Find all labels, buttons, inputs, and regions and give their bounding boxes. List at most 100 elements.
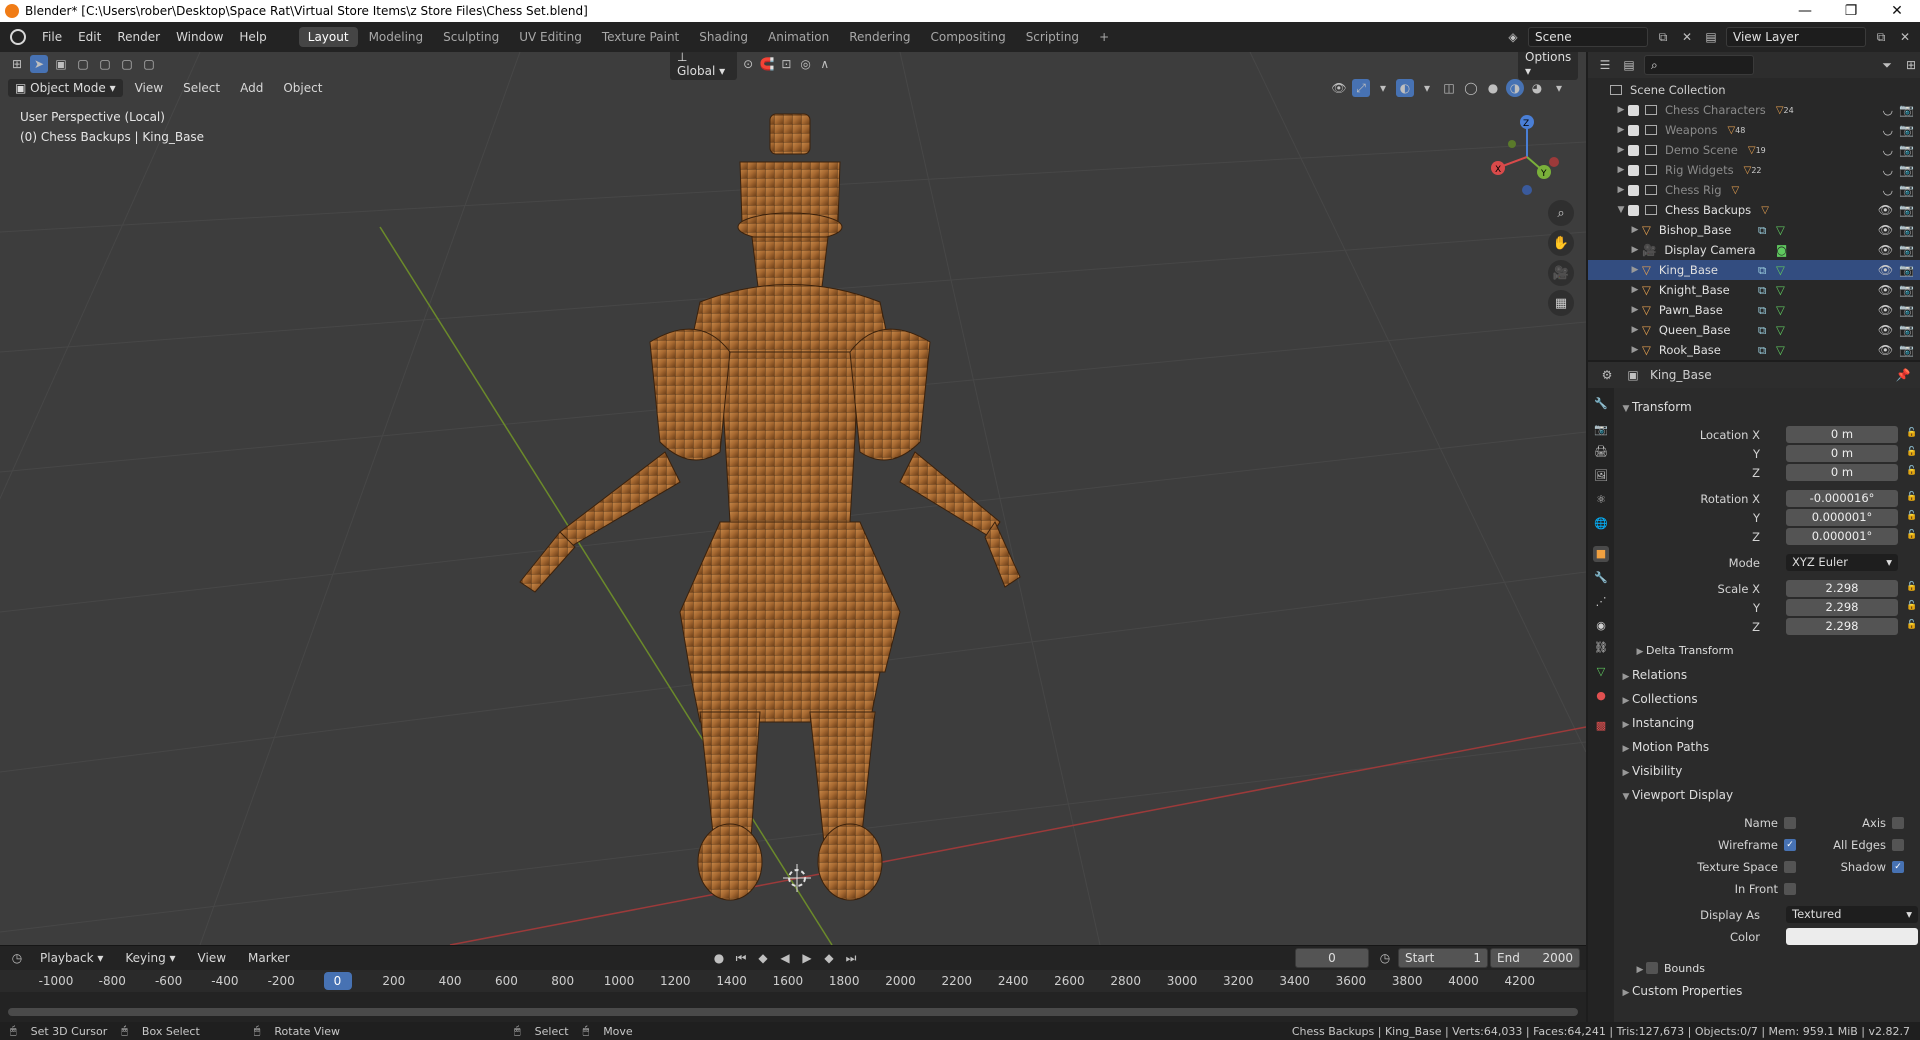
shadow-checkbox[interactable]: ✓ — [1892, 861, 1904, 873]
disable-in-renders-icon[interactable]: 📷 — [1899, 283, 1914, 297]
transform-panel-header[interactable]: ▼ Transform — [1620, 400, 1692, 414]
shading-dropdown-icon[interactable]: ▾ — [1550, 79, 1568, 97]
hide-in-viewport-icon[interactable]: 👁 — [1878, 223, 1893, 237]
select-box-mode-icon[interactable]: ▣ — [52, 55, 70, 73]
editor-type-icon[interactable]: ⊞ — [8, 55, 26, 73]
zoom-icon[interactable]: ⌕ — [1548, 200, 1574, 226]
blender-logo-icon[interactable] — [10, 29, 26, 45]
menu-render[interactable]: Render — [109, 30, 168, 44]
collapsed-icon[interactable]: ▶ — [1614, 105, 1628, 115]
constraints-tab-icon[interactable]: ⛓ — [1593, 640, 1609, 656]
lock-icon[interactable]: 🔓 — [1906, 582, 1917, 592]
play-reverse-icon[interactable]: ◀ — [776, 949, 794, 967]
timeline-editor-type-icon[interactable]: ◷ — [8, 949, 26, 967]
menu-edit[interactable]: Edit — [70, 30, 109, 44]
rotation-mode-dropdown[interactable]: XYZ Euler ▾ — [1786, 554, 1898, 571]
falloff-icon[interactable]: ∧ — [817, 55, 832, 73]
overlays-icon[interactable]: ◐ — [1396, 79, 1414, 97]
preview-range-icon[interactable]: ◷ — [1376, 949, 1394, 967]
disable-in-renders-icon[interactable]: 📷 — [1899, 123, 1914, 137]
hide-in-viewport-icon[interactable]: 👁 — [1878, 263, 1893, 277]
solid-shading-icon[interactable]: ● — [1484, 79, 1502, 97]
play-icon[interactable]: ▶ — [798, 949, 816, 967]
exclude-checkbox[interactable] — [1628, 184, 1639, 196]
menu-window[interactable]: Window — [168, 30, 231, 44]
outliner-collection-row[interactable]: ▶ Weapons ▽ 48 ◡ 📷 — [1588, 120, 1920, 140]
3d-cursor-icon[interactable] — [783, 864, 811, 892]
navigation-gizmo[interactable]: Z X Y — [1482, 112, 1572, 202]
color-swatch[interactable] — [1786, 928, 1918, 945]
new-scene-icon[interactable]: ⧉ — [1654, 28, 1672, 46]
scale-z-field[interactable]: 2.298 — [1786, 618, 1898, 635]
viewport-menu-add[interactable]: Add — [232, 81, 271, 95]
rendered-shading-icon[interactable]: ◕ — [1528, 79, 1546, 97]
collections-panel-header[interactable]: ▶ Collections — [1620, 692, 1698, 706]
scene-tab-icon[interactable]: ⚛ — [1593, 492, 1609, 508]
texture-space-checkbox[interactable] — [1784, 861, 1796, 873]
tab-modeling[interactable]: Modeling — [360, 27, 433, 47]
delta-transform-header[interactable]: ▶ Delta Transform — [1634, 644, 1734, 657]
timeline-menu-marker[interactable]: Marker — [240, 951, 297, 965]
visibility-panel-header[interactable]: ▶ Visibility — [1620, 764, 1683, 778]
playhead-frame[interactable]: 0 — [323, 972, 352, 990]
transform-orientation-dropdown[interactable]: ⊥ Global ▾ — [670, 52, 737, 80]
tab-compositing[interactable]: Compositing — [921, 27, 1014, 47]
snap-icon[interactable]: 🧲 — [760, 55, 775, 73]
start-frame-field[interactable]: Start 1 — [1398, 948, 1488, 968]
tab-uv-editing[interactable]: UV Editing — [510, 27, 591, 47]
physics-tab-icon[interactable]: ◉ — [1593, 618, 1609, 634]
texture-tab-icon[interactable]: ▩ — [1593, 718, 1609, 734]
collapsed-icon[interactable]: ▶ — [1614, 125, 1628, 135]
close-icon[interactable]: ✕ — [1874, 3, 1920, 19]
viewport-menu-view[interactable]: View — [127, 81, 171, 95]
scale-x-field[interactable]: 2.298 — [1786, 580, 1898, 597]
outliner-collection-row[interactable]: ▼ Chess Backups ▽ 👁 📷 — [1588, 200, 1920, 220]
lock-icon[interactable]: 🔓 — [1906, 620, 1917, 630]
outliner-collection-row[interactable]: ▶ Chess Characters ▽ 24 ◡ 📷 — [1588, 100, 1920, 120]
tab-sculpting[interactable]: Sculpting — [434, 27, 508, 47]
hide-in-viewport-icon[interactable]: 👁 — [1878, 343, 1893, 357]
select-extend-icon[interactable]: ▢ — [74, 55, 92, 73]
instancing-panel-header[interactable]: ▶ Instancing — [1620, 716, 1695, 730]
menu-file[interactable]: File — [34, 30, 70, 44]
collapsed-icon[interactable]: ▶ — [1614, 145, 1628, 155]
exclude-checkbox[interactable] — [1628, 124, 1639, 136]
lock-icon[interactable]: 🔓 — [1906, 447, 1917, 457]
jump-end-icon[interactable]: ⏭ — [842, 949, 860, 967]
scene-icon[interactable]: ◈ — [1504, 28, 1522, 46]
all-edges-checkbox[interactable] — [1892, 839, 1904, 851]
timeline-scrollbar[interactable] — [8, 1008, 1578, 1016]
scale-y-field[interactable]: 2.298 — [1786, 599, 1898, 616]
gizmo-toggle-icon[interactable]: ⤢ — [1352, 79, 1370, 97]
lock-icon[interactable]: 🔓 — [1906, 492, 1917, 502]
collapsed-icon[interactable]: ▶ — [1628, 245, 1642, 255]
rotation-x-field[interactable]: -0.000016° — [1786, 490, 1898, 507]
king-base-model[interactable] — [519, 113, 1021, 901]
hide-in-viewport-icon[interactable]: ◡ — [1883, 143, 1893, 157]
options-dropdown[interactable]: Options ▾ — [1518, 52, 1579, 80]
exclude-checkbox[interactable] — [1628, 204, 1639, 216]
outliner-editor-type-icon[interactable]: ☰ — [1596, 56, 1614, 74]
outliner-object-row[interactable]: ▶ ▽ Bishop_Base ⧉ ▽ 👁 📷 — [1588, 220, 1920, 240]
select-intersect-icon[interactable]: ▢ — [140, 55, 158, 73]
next-keyframe-icon[interactable]: ◆ — [820, 949, 838, 967]
hide-in-viewport-icon[interactable]: ◡ — [1883, 103, 1893, 117]
hide-in-viewport-icon[interactable]: 👁 — [1878, 303, 1893, 317]
properties-editor-type-icon[interactable]: ⚙ — [1598, 366, 1616, 384]
jump-start-icon[interactable]: ⏮ — [732, 949, 750, 967]
pan-hand-icon[interactable]: ✋ — [1548, 230, 1574, 256]
hide-in-viewport-icon[interactable]: 👁 — [1878, 203, 1893, 217]
pivot-point-icon[interactable]: ⊙ — [741, 55, 756, 73]
disable-in-renders-icon[interactable]: 📷 — [1899, 223, 1914, 237]
modifiers-tab-icon[interactable]: 🔧 — [1593, 570, 1609, 586]
tab-animation[interactable]: Animation — [759, 27, 838, 47]
current-frame-field[interactable]: 0 — [1295, 948, 1369, 968]
collapsed-icon[interactable]: ▶ — [1628, 325, 1642, 335]
view-layer-selector[interactable]: View Layer — [1726, 27, 1866, 47]
filter-icon[interactable]: ⏷ — [1878, 56, 1896, 74]
frame-ruler[interactable]: -1000 -800 -600 -400 -200 0 200 400 600 800 1000 12… — [0, 970, 1586, 992]
disable-in-renders-icon[interactable]: 📷 — [1899, 103, 1914, 117]
outliner-object-row[interactable]: ▶ ▽ Knight_Base ⧉ ▽ 👁 📷 — [1588, 280, 1920, 300]
motion-paths-panel-header[interactable]: ▶ Motion Paths — [1620, 740, 1710, 754]
timeline-menu-view[interactable]: View — [190, 951, 234, 965]
